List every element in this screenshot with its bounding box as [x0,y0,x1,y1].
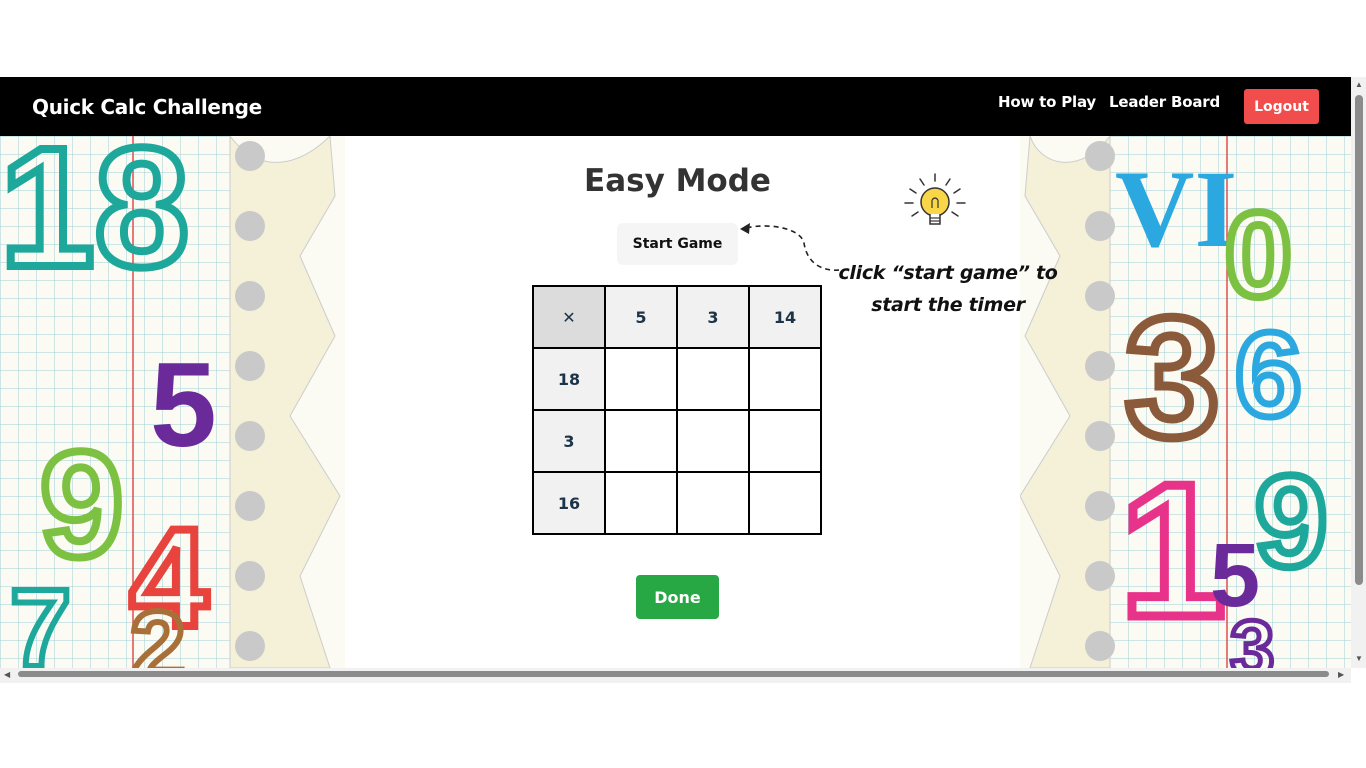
right-number-9: 9 [1255,448,1327,594]
hint-line-1: click “start game” to [838,262,1058,284]
row-header: 16 [532,471,606,535]
row-header: 3 [532,409,606,473]
answer-cell[interactable] [748,347,822,411]
nav-link-how-to-play[interactable]: How to Play [998,93,1096,111]
scroll-up-arrow-icon[interactable]: ▲ [1355,81,1363,89]
lightbulb-icon [904,173,966,225]
nav-link-leader-board[interactable]: Leader Board [1109,93,1220,111]
answer-cell[interactable] [676,471,750,535]
left-decoration-image: 18 5 9 4 7 2 [0,136,345,668]
left-number-7: 7 [10,567,71,668]
page-title: Easy Mode [584,163,771,199]
hint-line-2: start the timer [871,294,1025,316]
right-decoration-image: VI 0 3 6 1 5 9 3 [1020,136,1351,668]
answer-cell[interactable] [748,409,822,473]
grid-row: 3 [532,409,822,473]
left-number-18: 18 [0,136,189,303]
answer-cell[interactable] [604,471,678,535]
left-number-5: 5 [150,338,217,472]
scroll-right-arrow-icon[interactable]: ▶ [1338,671,1344,679]
answer-cell[interactable] [676,409,750,473]
multiplication-grid: ✕ 5 3 14 18 3 16 [532,285,822,535]
answer-cell[interactable] [604,409,678,473]
grid-header-row: ✕ 5 3 14 [532,285,822,349]
vertical-scroll-thumb[interactable] [1355,95,1363,585]
operator-cell: ✕ [532,285,606,349]
start-hint-text: click “start game” to start the timer [838,257,1058,321]
answer-cell[interactable] [676,347,750,411]
right-number-6: 6 [1235,308,1302,442]
horizontal-scroll-thumb[interactable] [18,671,1329,677]
grid-row: 16 [532,471,822,535]
answer-cell[interactable] [604,347,678,411]
left-number-2: 2 [130,591,186,668]
right-number-0: 0 [1225,188,1292,322]
horizontal-scrollbar[interactable]: ◀ ▶ [0,668,1351,683]
vertical-scrollbar[interactable]: ▲ ▼ [1351,77,1366,668]
done-button[interactable]: Done [636,575,719,619]
row-header: 18 [532,347,606,411]
brand-title[interactable]: Quick Calc Challenge [32,95,262,119]
right-number-3b: 3 [1230,604,1275,668]
logout-button[interactable]: Logout [1244,89,1319,124]
grid-row: 18 [532,347,822,411]
left-number-9: 9 [40,420,123,588]
start-game-button[interactable]: Start Game [617,223,738,265]
navbar: Quick Calc Challenge How to Play Leader … [0,77,1351,136]
browser-viewport: Quick Calc Challenge How to Play Leader … [0,77,1366,683]
answer-cell[interactable] [748,471,822,535]
scroll-left-arrow-icon[interactable]: ◀ [4,671,10,679]
column-header: 5 [604,285,678,349]
column-header: 3 [676,285,750,349]
column-header: 14 [748,285,822,349]
scroll-down-arrow-icon[interactable]: ▼ [1355,655,1363,663]
